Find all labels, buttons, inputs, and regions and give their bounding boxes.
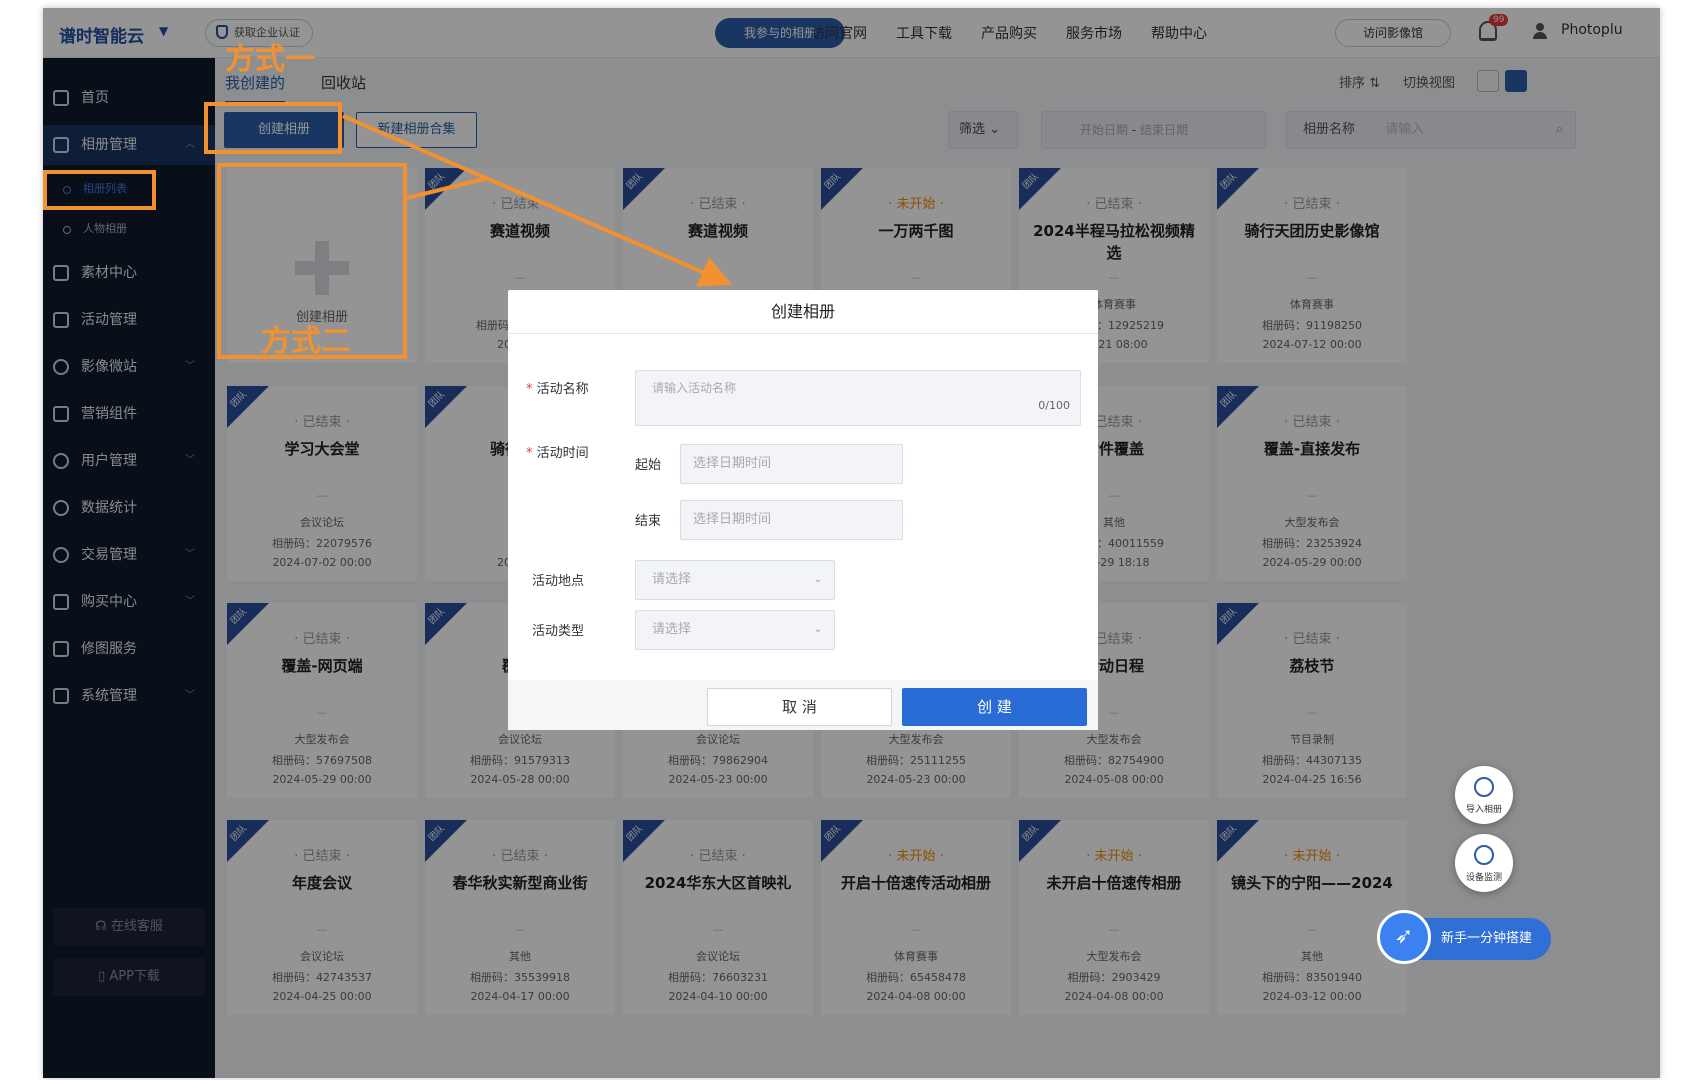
required-mark: * (526, 446, 533, 461)
import-label: 导入相册 (1465, 805, 1502, 815)
chevron-down-icon: ⌄ (813, 574, 822, 585)
create-album-dialog: 创建相册 * 活动名称 请输入活动名称 0/100 * 活动时间 起始 选择日期… (508, 290, 1098, 730)
annotation-box-create-button (204, 102, 342, 154)
rocket-icon[interactable]: ➶ (1377, 910, 1431, 964)
end-datetime-input[interactable]: 选择日期时间 (680, 500, 903, 540)
activity-name-label: * 活动名称 (526, 378, 589, 397)
camera-icon (1474, 845, 1494, 865)
label-text: 活动时间 (536, 446, 589, 461)
import-album-button[interactable]: 导入相册 (1455, 766, 1513, 824)
name-placeholder: 请输入活动名称 (652, 381, 737, 395)
end-label: 结束 (635, 514, 662, 529)
required-mark: * (526, 382, 533, 397)
start-datetime-input[interactable]: 选择日期时间 (680, 444, 903, 484)
activity-name-input[interactable]: 请输入活动名称 0/100 (635, 370, 1081, 426)
device-monitor-button[interactable]: 设备监测 (1455, 834, 1513, 892)
app-window: 谱时智能云 ▼ 获取企业认证 我参与的相册 访问官网 工具下载 产品购买 服务市… (43, 8, 1660, 1078)
cloud-upload-icon (1474, 777, 1494, 797)
monitor-label: 设备监测 (1465, 873, 1502, 883)
char-counter: 0/100 (1038, 399, 1070, 412)
activity-place-label: 活动地点 (532, 574, 585, 589)
label-text: 活动名称 (536, 382, 589, 397)
place-placeholder: 请选择 (652, 572, 692, 587)
chevron-down-icon: ⌄ (813, 624, 822, 635)
create-button[interactable]: 创 建 (902, 688, 1087, 726)
start-label: 起始 (635, 458, 662, 473)
activity-type-label: 活动类型 (532, 624, 585, 639)
activity-type-select[interactable]: 请选择 ⌄ (635, 610, 835, 650)
annotation-way-1: 方式一 (225, 42, 315, 77)
type-placeholder: 请选择 (652, 622, 692, 637)
dialog-title: 创建相册 (508, 290, 1098, 334)
activity-time-label: * 活动时间 (526, 442, 589, 461)
cancel-button[interactable]: 取 消 (707, 688, 892, 726)
activity-place-select[interactable]: 请选择 ⌄ (635, 560, 835, 600)
annotation-way-2: 方式二 (261, 324, 351, 359)
annotation-box-album-list (43, 170, 156, 210)
